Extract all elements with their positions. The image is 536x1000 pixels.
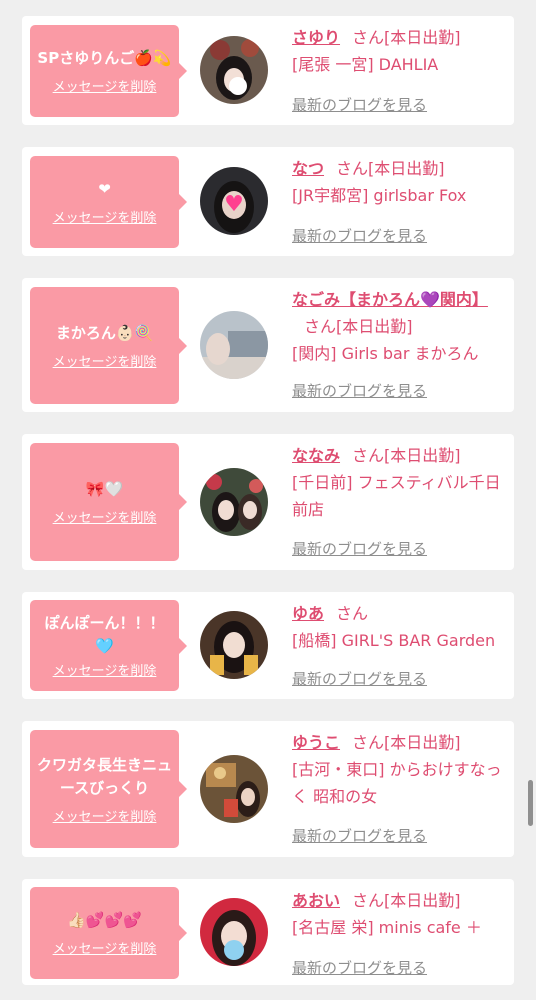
status-text: [本日出勤] — [384, 446, 461, 465]
girl-name-link[interactable]: なつ — [292, 159, 324, 178]
honorific: さん — [352, 733, 385, 752]
message-card: 👍🏻💕💕💕 メッセージを削除 あおい さん[本日出勤] [名古屋 栄] minis… — [22, 879, 514, 985]
girl-info: なつ さん[本日出勤] [JR宇都宮] girlsbar Fox — [292, 155, 506, 209]
message-text: まかろん👶🏻🍭 — [55, 323, 154, 342]
girl-name-link[interactable]: なごみ【まかろん💜関内】 — [292, 290, 488, 309]
avatar[interactable] — [200, 468, 268, 536]
message-card: ぽんぽーん！！！🩵 メッセージを削除 ゆあ さん [船橋] GIRL'S BAR … — [22, 592, 514, 699]
latest-blog-link[interactable]: 最新のブログを見る — [292, 668, 427, 689]
girl-info: さゆり さん[本日出勤] [尾張 一宮] DAHLIA — [292, 24, 506, 78]
message-bubble: ぽんぽーん！！！🩵 メッセージを削除 — [30, 600, 187, 691]
name-line: ゆあ さん — [292, 600, 506, 627]
message-bubble: ❤ メッセージを削除 — [30, 156, 187, 248]
name-line: ゆうこ さん[本日出勤] — [292, 729, 506, 756]
message-bubble: クワガタ長生きニュースびっくり メッセージを削除 — [30, 730, 187, 848]
name-line: さゆり さん[本日出勤] — [292, 24, 506, 51]
girl-info: なごみ【まかろん💜関内】さん[本日出勤] [関内] Girls bar まかろん — [292, 286, 506, 367]
honorific: さん — [336, 604, 369, 623]
girl-info: ゆうこ さん[本日出勤] [古河・東口] からおけすなっく 昭和の女 — [292, 729, 506, 810]
honorific: さん — [352, 446, 385, 465]
avatar[interactable] — [200, 311, 268, 379]
message-card: SPさゆりんご🍎💫 メッセージを削除 さゆり さん[本日出勤] [尾張 一宮] D… — [22, 16, 514, 125]
shop-text: [名古屋 栄] minis cafe ＋ — [292, 918, 482, 937]
shop-text: [千日前] フェスティバル千日前店 — [292, 473, 501, 519]
latest-blog-link[interactable]: 最新のブログを見る — [292, 94, 427, 115]
message-text: クワガタ長生きニュースびっくり — [36, 755, 172, 797]
svg-text:♥: ♥ — [224, 192, 244, 217]
status-text: [本日出勤] — [336, 317, 413, 336]
girl-name-link[interactable]: さゆり — [292, 28, 340, 47]
honorific: さん — [336, 159, 369, 178]
message-card: ❤ メッセージを削除 ♥ なつ さん[本日出勤] [JR宇都宮] girlsbar… — [22, 147, 514, 256]
message-text: 👍🏻💕💕💕 — [67, 911, 142, 929]
girl-info: ななみ さん[本日出勤] [千日前] フェスティバル千日前店 — [292, 442, 506, 523]
shop-text: [古河・東口] からおけすなっく 昭和の女 — [292, 760, 502, 806]
avatar[interactable] — [200, 898, 268, 966]
scrollbar[interactable] — [528, 780, 533, 826]
latest-blog-link[interactable]: 最新のブログを見る — [292, 957, 427, 978]
delete-message-link[interactable]: メッセージを削除 — [53, 207, 157, 226]
shop-text: [JR宇都宮] girlsbar Fox — [292, 186, 467, 205]
delete-message-link[interactable]: メッセージを削除 — [53, 806, 157, 825]
honorific: さん — [352, 28, 385, 47]
message-text: ❤ — [98, 180, 111, 198]
girl-name-link[interactable]: ゆあ — [292, 604, 324, 623]
latest-blog-link[interactable]: 最新のブログを見る — [292, 538, 427, 559]
shop-text: [関内] Girls bar まかろん — [292, 344, 479, 363]
name-line: ななみ さん[本日出勤] — [292, 442, 506, 469]
honorific: さん — [304, 317, 337, 336]
girl-name-link[interactable]: ゆうこ — [292, 733, 340, 752]
girl-name-link[interactable]: ななみ — [292, 446, 340, 465]
avatar[interactable] — [200, 611, 268, 679]
name-line: なつ さん[本日出勤] — [292, 155, 506, 182]
shop-text: [船橋] GIRL'S BAR Garden — [292, 631, 496, 650]
message-card: クワガタ長生きニュースびっくり メッセージを削除 ゆうこ さん[本日出勤] [古河… — [22, 721, 514, 857]
name-line: なごみ【まかろん💜関内】さん[本日出勤] — [292, 286, 506, 340]
message-text: 🎀🤍 — [85, 480, 124, 498]
avatar[interactable]: ♥ — [200, 167, 268, 235]
message-text: SPさゆりんご🍎💫 — [37, 49, 172, 67]
message-text: ぽんぽーん！！！🩵 — [44, 614, 165, 655]
status-text: [本日出勤] — [384, 28, 461, 47]
delete-message-link[interactable]: メッセージを削除 — [53, 351, 157, 370]
delete-message-link[interactable]: メッセージを削除 — [53, 76, 157, 95]
latest-blog-link[interactable]: 最新のブログを見る — [292, 225, 427, 246]
status-text: [本日出勤] — [368, 159, 445, 178]
delete-message-link[interactable]: メッセージを削除 — [53, 938, 157, 957]
name-line: あおい さん[本日出勤] — [292, 887, 506, 914]
latest-blog-link[interactable]: 最新のブログを見る — [292, 825, 427, 846]
avatar[interactable] — [200, 755, 268, 823]
honorific: さん — [352, 891, 385, 910]
message-card: 🎀🤍 メッセージを削除 ななみ さん[本日出勤] [千日前] フェスティバル千日前… — [22, 434, 514, 570]
message-bubble: SPさゆりんご🍎💫 メッセージを削除 — [30, 25, 187, 117]
avatar[interactable] — [200, 36, 268, 104]
delete-message-link[interactable]: メッセージを削除 — [53, 507, 157, 526]
girl-info: ゆあ さん [船橋] GIRL'S BAR Garden — [292, 600, 506, 654]
status-text: [本日出勤] — [384, 733, 461, 752]
latest-blog-link[interactable]: 最新のブログを見る — [292, 380, 427, 401]
message-bubble: 👍🏻💕💕💕 メッセージを削除 — [30, 887, 187, 979]
girl-name-link[interactable]: あおい — [292, 891, 340, 910]
status-text: [本日出勤] — [384, 891, 461, 910]
message-list: SPさゆりんご🍎💫 メッセージを削除 さゆり さん[本日出勤] [尾張 一宮] D… — [0, 0, 536, 1000]
delete-message-link[interactable]: メッセージを削除 — [53, 660, 157, 679]
message-bubble: まかろん👶🏻🍭 メッセージを削除 — [30, 287, 187, 404]
girl-info: あおい さん[本日出勤] [名古屋 栄] minis cafe ＋ — [292, 887, 506, 941]
message-bubble: 🎀🤍 メッセージを削除 — [30, 443, 187, 561]
shop-text: [尾張 一宮] DAHLIA — [292, 55, 439, 74]
message-card: まかろん👶🏻🍭 メッセージを削除 なごみ【まかろん💜関内】さん[本日出勤] [関… — [22, 278, 514, 412]
